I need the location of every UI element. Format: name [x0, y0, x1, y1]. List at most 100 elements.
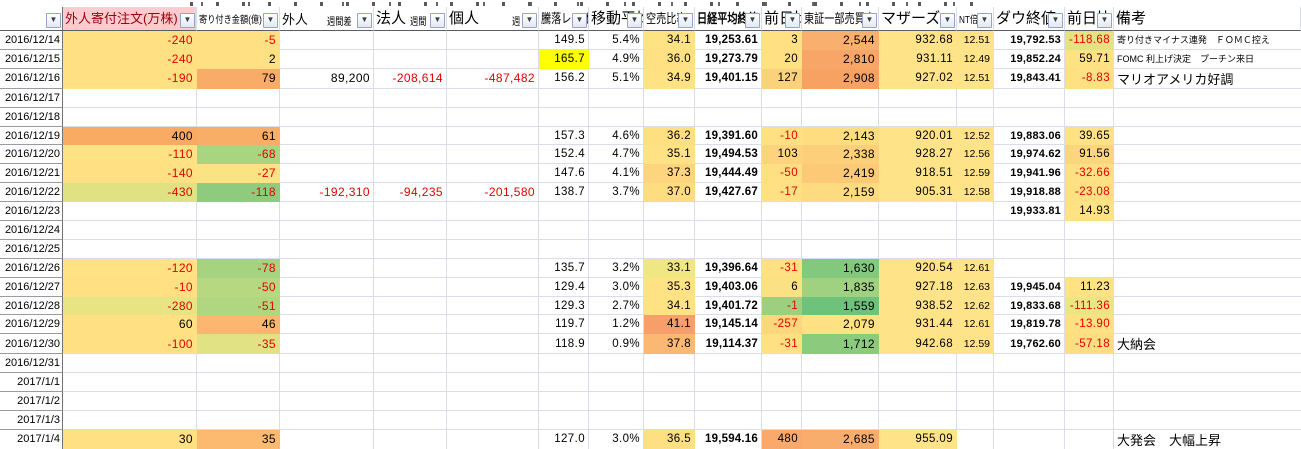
cell-o[interactable] — [994, 108, 1065, 127]
cell-f[interactable] — [447, 108, 539, 127]
cell-d[interactable] — [280, 315, 374, 334]
cell-c[interactable]: -35 — [197, 334, 280, 354]
cell-n[interactable]: 12.58 — [957, 183, 994, 202]
cell-k[interactable]: 127 — [762, 69, 802, 89]
cell-p[interactable]: -13.90 — [1065, 315, 1114, 334]
cell-q[interactable] — [1114, 278, 1301, 297]
cell-c[interactable]: -27 — [197, 164, 280, 183]
cell-e[interactable] — [374, 240, 447, 259]
cell-o[interactable]: 19,852.24 — [994, 50, 1065, 69]
cell-q[interactable]: 大発会 大幅上昇 — [1114, 430, 1301, 449]
filter-dropdown-button[interactable]: ▼ — [1048, 13, 1063, 28]
cell-e[interactable] — [374, 259, 447, 278]
cell-n[interactable] — [957, 392, 994, 411]
cell-l[interactable] — [802, 411, 879, 430]
cell-m[interactable]: 932.68 — [879, 31, 957, 50]
cell-o[interactable]: 19,933.81 — [994, 202, 1065, 221]
cell-d[interactable] — [280, 31, 374, 50]
cell-g[interactable]: 127.0 — [539, 430, 589, 449]
cell-k[interactable] — [762, 108, 802, 127]
cell-f[interactable] — [447, 354, 539, 373]
cell-j[interactable] — [695, 221, 762, 240]
cell-h[interactable] — [589, 202, 644, 221]
cell-k[interactable]: -257 — [762, 315, 802, 334]
cell-n[interactable] — [957, 411, 994, 430]
cell-e[interactable] — [374, 278, 447, 297]
cell-l[interactable]: 2,338 — [802, 145, 879, 164]
cell-e[interactable] — [374, 373, 447, 392]
cell-l[interactable] — [802, 221, 879, 240]
cell-k[interactable] — [762, 202, 802, 221]
cell-h[interactable] — [589, 108, 644, 127]
cell-date[interactable]: 2016/12/29 — [0, 315, 63, 334]
cell-j[interactable]: 19,396.64 — [695, 259, 762, 278]
cell-f[interactable] — [447, 297, 539, 316]
cell-o[interactable] — [994, 240, 1065, 259]
cell-h[interactable] — [589, 373, 644, 392]
cell-c[interactable]: 46 — [197, 315, 280, 334]
cell-o[interactable] — [994, 373, 1065, 392]
cell-d[interactable] — [280, 240, 374, 259]
cell-date[interactable]: 2016/12/23 — [0, 202, 63, 221]
cell-k[interactable] — [762, 373, 802, 392]
cell-e[interactable] — [374, 354, 447, 373]
cell-d[interactable] — [280, 145, 374, 164]
cell-e[interactable] — [374, 334, 447, 354]
cell-c[interactable]: 2 — [197, 50, 280, 69]
cell-m[interactable] — [879, 392, 957, 411]
filter-dropdown-button[interactable]: ▼ — [678, 13, 693, 28]
cell-p[interactable]: -118.68 — [1065, 31, 1114, 50]
cell-p[interactable]: 11.23 — [1065, 278, 1114, 297]
cell-k[interactable]: -1 — [762, 297, 802, 316]
cell-b[interactable] — [63, 392, 197, 411]
cell-j[interactable] — [695, 89, 762, 108]
cell-d[interactable] — [280, 411, 374, 430]
cell-i[interactable]: 37.8 — [644, 334, 695, 354]
cell-n[interactable] — [957, 373, 994, 392]
cell-b[interactable]: -430 — [63, 183, 197, 202]
cell-e[interactable] — [374, 127, 447, 146]
cell-q[interactable] — [1114, 221, 1301, 240]
cell-d[interactable] — [280, 392, 374, 411]
cell-date[interactable]: 2016/12/14 — [0, 31, 63, 50]
cell-date[interactable]: 2016/12/18 — [0, 108, 63, 127]
cell-f[interactable] — [447, 145, 539, 164]
cell-h[interactable]: 1.2% — [589, 315, 644, 334]
cell-j[interactable] — [695, 108, 762, 127]
cell-i[interactable]: 34.1 — [644, 31, 695, 50]
filter-dropdown-button[interactable]: ▼ — [430, 13, 445, 28]
cell-c[interactable] — [197, 240, 280, 259]
cell-f[interactable] — [447, 164, 539, 183]
cell-e[interactable] — [374, 108, 447, 127]
cell-i[interactable]: 35.3 — [644, 278, 695, 297]
cell-e[interactable] — [374, 392, 447, 411]
cell-date[interactable]: 2016/12/27 — [0, 278, 63, 297]
cell-n[interactable]: 12.52 — [957, 127, 994, 146]
cell-m[interactable] — [879, 411, 957, 430]
cell-m[interactable] — [879, 202, 957, 221]
cell-d[interactable] — [280, 278, 374, 297]
cell-k[interactable] — [762, 89, 802, 108]
cell-h[interactable] — [589, 354, 644, 373]
cell-d[interactable]: 89,200 — [280, 69, 374, 89]
cell-d[interactable] — [280, 50, 374, 69]
cell-n[interactable] — [957, 240, 994, 259]
cell-c[interactable]: 61 — [197, 127, 280, 146]
cell-q[interactable] — [1114, 297, 1301, 316]
cell-h[interactable]: 5.1% — [589, 69, 644, 89]
cell-l[interactable]: 2,143 — [802, 127, 879, 146]
cell-q[interactable] — [1114, 240, 1301, 259]
cell-p[interactable]: 91.56 — [1065, 145, 1114, 164]
cell-k[interactable] — [762, 392, 802, 411]
cell-j[interactable]: 19,253.61 — [695, 31, 762, 50]
cell-c[interactable]: -51 — [197, 297, 280, 316]
filter-dropdown-button[interactable]: ▼ — [1097, 13, 1112, 28]
cell-date[interactable]: 2016/12/17 — [0, 89, 63, 108]
cell-f[interactable] — [447, 334, 539, 354]
cell-m[interactable] — [879, 240, 957, 259]
cell-c[interactable] — [197, 221, 280, 240]
cell-k[interactable]: -50 — [762, 164, 802, 183]
filter-dropdown-button[interactable]: ▼ — [940, 13, 955, 28]
cell-h[interactable]: 4.7% — [589, 145, 644, 164]
cell-q[interactable] — [1114, 164, 1301, 183]
